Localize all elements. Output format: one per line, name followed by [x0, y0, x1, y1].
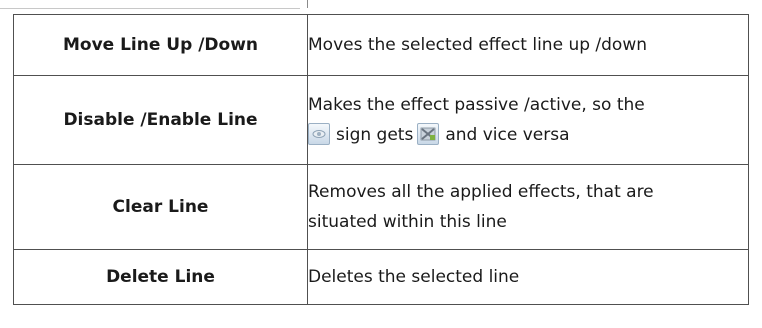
top-divider [0, 8, 300, 9]
table-row: Disable /Enable Line Makes the effect pa… [13, 75, 749, 165]
column-tick-mark [307, 0, 308, 8]
command-cell: Delete Line [13, 249, 308, 305]
description-line: Removes all the applied effects, that ar… [308, 182, 654, 202]
description-line: sign gets and vice versa [308, 120, 748, 150]
command-cell: Clear Line [13, 164, 308, 250]
crossed-effect-icon [417, 123, 440, 145]
table-row: Clear Line Removes all the applied effec… [13, 164, 749, 250]
eye-icon [308, 123, 330, 145]
description-line: situated within this line [308, 212, 507, 232]
table-row: Delete Line Deletes the selected line [13, 249, 749, 305]
description-cell: Makes the effect passive /active, so the… [307, 75, 749, 165]
description-text: and vice versa [445, 125, 570, 145]
command-cell: Move Line Up /Down [13, 14, 308, 76]
description-text: sign gets [336, 125, 414, 145]
description-line: Makes the effect passive /active, so the [308, 95, 645, 115]
table-row: Move Line Up /Down Moves the selected ef… [13, 14, 749, 76]
line-commands-table: Move Line Up /Down Moves the selected ef… [13, 14, 749, 305]
description-cell: Removes all the applied effects, that ar… [307, 164, 749, 250]
description-cell: Moves the selected effect line up /down [307, 14, 749, 76]
description-cell: Deletes the selected line [307, 249, 749, 305]
command-cell: Disable /Enable Line [13, 75, 308, 165]
